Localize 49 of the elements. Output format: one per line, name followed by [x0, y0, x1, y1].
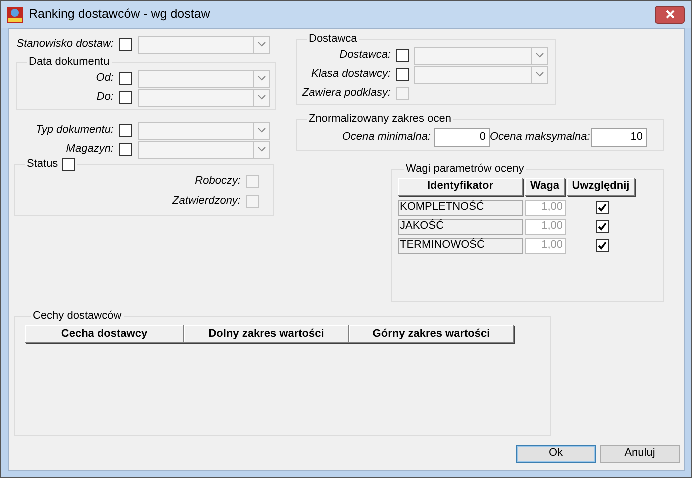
- column-header[interactable]: Górny zakres wartości: [349, 325, 514, 344]
- app-icon: [7, 6, 23, 22]
- checkbox[interactable]: [119, 124, 132, 138]
- checkbox[interactable]: [119, 91, 132, 104]
- group-title: Data dokumentu: [29, 56, 110, 70]
- number-field[interactable]: 0: [434, 128, 490, 147]
- checkbox[interactable]: [119, 38, 132, 51]
- field-label: Do:: [96, 91, 114, 104]
- table-cell: KOMPLETNOŚĆ: [398, 200, 523, 216]
- column-header[interactable]: Dolny zakres wartości: [184, 325, 349, 344]
- field-label: Typ dokumentu:: [34, 124, 114, 138]
- dialog-button[interactable]: Anuluj: [600, 445, 680, 463]
- checkbox[interactable]: [596, 239, 608, 252]
- checkbox[interactable]: [119, 72, 132, 86]
- window-title: Ranking dostawców - wg dostaw: [29, 7, 210, 22]
- group-title: Wagi parametrów oceny: [406, 163, 524, 177]
- group-title: Status: [27, 158, 58, 172]
- table-cell: 1,00: [525, 200, 566, 216]
- column-header[interactable]: Uwzględnij: [567, 178, 635, 196]
- field-label: Dostawca:: [338, 49, 391, 62]
- field-label: Stanowisko dostaw:: [16, 38, 114, 52]
- dialog-button[interactable]: Ok: [516, 445, 596, 463]
- column-header[interactable]: Waga: [525, 178, 565, 196]
- checkbox[interactable]: [62, 158, 76, 172]
- column-header[interactable]: Cecha dostawcy: [25, 325, 184, 344]
- table-cell: 1,00: [525, 238, 566, 254]
- field-label: Ocena minimalna:: [341, 130, 431, 144]
- group-title: Cechy dostawców: [33, 310, 122, 324]
- checkbox[interactable]: [396, 68, 409, 82]
- field-label: Roboczy:: [194, 174, 241, 188]
- field-label: Zatwierdzony:: [171, 194, 241, 208]
- field-label: Klasa dostawcy:: [310, 68, 391, 82]
- checkbox[interactable]: [596, 201, 608, 214]
- table-cell: TERMINOWOŚĆ: [398, 238, 523, 254]
- field-label: Od:: [95, 72, 114, 86]
- close-button[interactable]: [655, 6, 685, 24]
- group-title: Znormalizowany zakres ocen: [309, 113, 452, 126]
- field-label: Ocena maksymalna:: [490, 130, 588, 144]
- checkbox[interactable]: [396, 49, 409, 62]
- checkbox[interactable]: [119, 143, 132, 156]
- number-field[interactable]: 10: [591, 128, 647, 147]
- checkbox[interactable]: [596, 220, 608, 234]
- field-label: Magazyn:: [65, 143, 114, 156]
- close-icon: [666, 10, 674, 19]
- group-title: Dostawca: [309, 33, 358, 46]
- column-header[interactable]: Identyfikator: [398, 178, 523, 196]
- table-cell: 1,00: [525, 218, 566, 235]
- table-cell: JAKOŚĆ: [398, 218, 523, 235]
- field-label: Zawiera podklasy:: [301, 87, 391, 100]
